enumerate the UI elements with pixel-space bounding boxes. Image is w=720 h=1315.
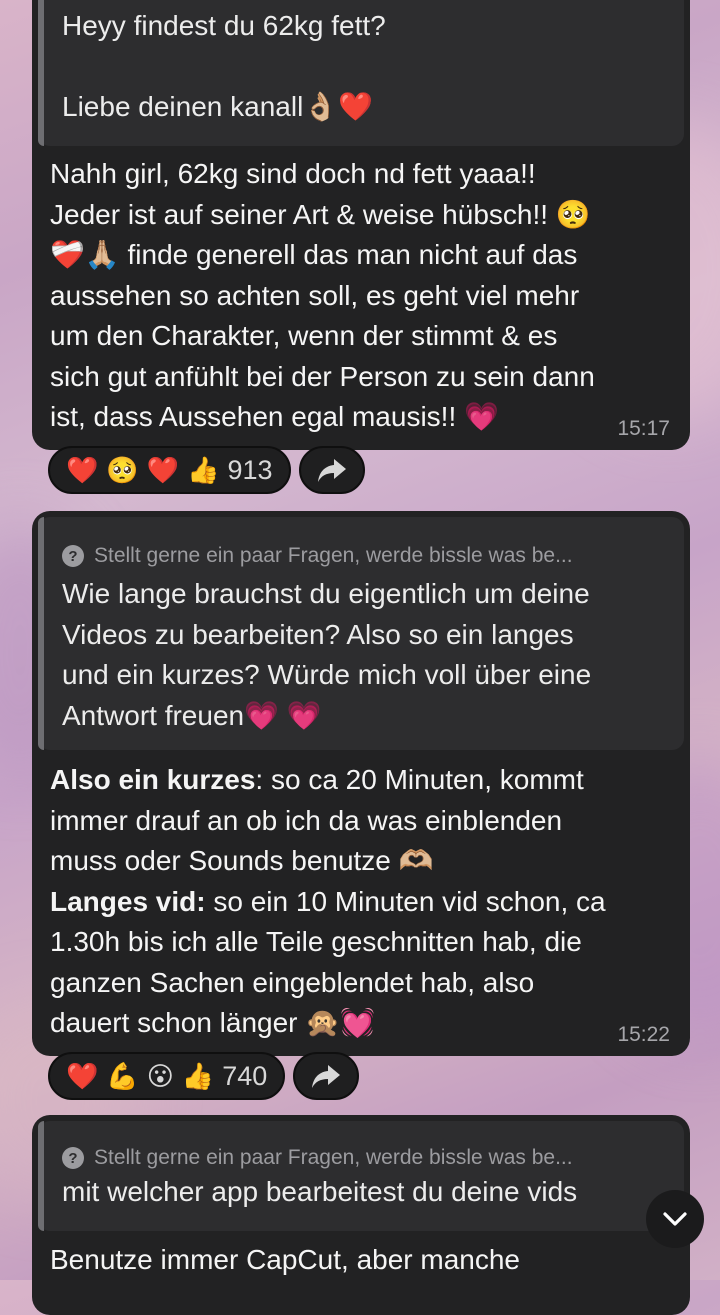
message-bubble[interactable]: Heyy findest du 62kg fett? Liebe deinen … xyxy=(32,0,690,450)
quote-accent-bar xyxy=(38,0,44,146)
reaction-count: 913 xyxy=(227,454,273,485)
quote-header-text: Stellt gerne ein paar Fragen, werde biss… xyxy=(94,544,573,567)
flexed-biceps-reaction-icon: 💪 xyxy=(106,1061,139,1091)
heart-reaction-icon: ❤️ xyxy=(146,455,180,485)
share-arrow-icon xyxy=(317,459,346,482)
quote-header-text: Stellt gerne ein paar Fragen, werde biss… xyxy=(94,1146,573,1169)
bold-text: Langes vid: xyxy=(50,885,206,917)
message-time: 15:17 xyxy=(617,417,670,440)
quote-text: Heyy findest du 62kg fett? Liebe deinen … xyxy=(62,10,386,122)
message-text: Benutze immer CapCut, aber manche xyxy=(50,1244,520,1275)
message-time: 15:22 xyxy=(617,1023,670,1046)
share-button[interactable] xyxy=(298,446,365,494)
bold-text: Also ein kurzes xyxy=(50,764,256,795)
chat-view[interactable]: Heyy findest du 62kg fett? Liebe deinen … xyxy=(0,0,720,1315)
reaction-bar: ❤️ 🥺 ❤️ 👍 913 xyxy=(48,446,365,494)
quote-text: Wie lange brauchst du eigentlich um dein… xyxy=(62,578,592,731)
message-text: Also ein kurzes: so ca 20 Minuten, kommt… xyxy=(50,760,666,1044)
message-bubble[interactable]: ? Stellt gerne ein paar Fragen, werde bi… xyxy=(32,511,690,1056)
message-bubble[interactable]: ? Stellt gerne ein paar Fragen, werde bi… xyxy=(32,1115,690,1315)
reactions-pill[interactable]: ❤️ 💪 😮 👍 740 xyxy=(48,1052,286,1100)
message-text: Nahh girl, 62kg sind doch nd fett yaaa!!… xyxy=(50,158,595,432)
scroll-to-bottom-button[interactable] xyxy=(646,1190,704,1248)
thumbs-up-reaction-icon: 👍 xyxy=(181,1061,215,1091)
quoted-message[interactable]: Heyy findest du 62kg fett? Liebe deinen … xyxy=(38,0,684,146)
reactions-pill[interactable]: ❤️ 🥺 ❤️ 👍 913 xyxy=(48,446,291,494)
reaction-bar: ❤️ 💪 😮 👍 740 xyxy=(48,1052,360,1100)
heart-reaction-icon: ❤️ xyxy=(66,455,99,485)
pleading-face-reaction-icon: 🥺 xyxy=(106,455,139,485)
share-arrow-icon xyxy=(312,1065,341,1088)
surprised-face-reaction-icon: 😮 xyxy=(146,1061,174,1091)
quoted-message[interactable]: ? Stellt gerne ein paar Fragen, werde bi… xyxy=(38,517,684,750)
quote-accent-bar xyxy=(38,517,44,750)
quoted-message[interactable]: ? Stellt gerne ein paar Fragen, werde bi… xyxy=(38,1121,684,1231)
heart-reaction-icon: ❤️ xyxy=(66,1061,99,1091)
reaction-count: 740 xyxy=(222,1060,268,1091)
quote-text: mit welcher app bearbeitest du deine vid… xyxy=(62,1176,578,1207)
quote-header: ? Stellt gerne ein paar Fragen, werde bi… xyxy=(62,1143,674,1173)
quote-accent-bar xyxy=(38,1121,44,1231)
question-circle-icon: ? xyxy=(62,545,84,567)
share-button[interactable] xyxy=(293,1052,360,1100)
thumbs-up-reaction-icon: 👍 xyxy=(187,455,220,485)
quote-header: ? Stellt gerne ein paar Fragen, werde bi… xyxy=(62,541,674,571)
question-circle-icon: ? xyxy=(62,1147,84,1169)
chevron-down-icon xyxy=(663,1212,687,1226)
